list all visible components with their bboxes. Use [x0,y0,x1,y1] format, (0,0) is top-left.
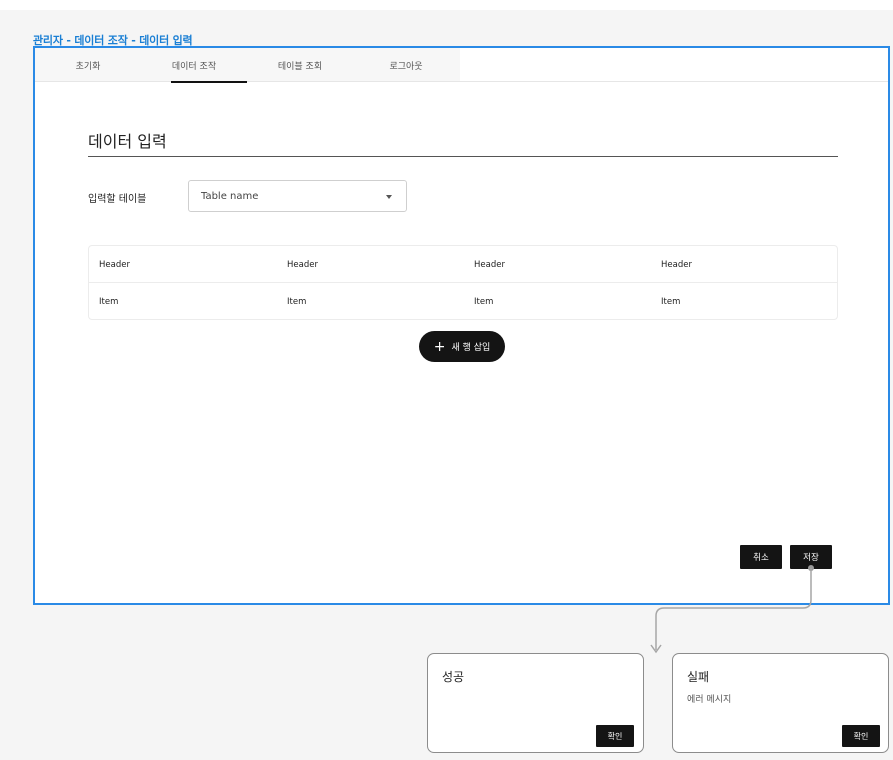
table-header-cell: Header [99,259,130,270]
success-confirm-button[interactable]: 확인 [596,725,634,747]
tab-data-manipulation[interactable]: 데이터 조작 [141,48,247,83]
arrow-down-icon [650,644,662,654]
table-header-cell: Header [287,259,318,270]
chevron-down-icon [386,195,392,199]
success-dialog: 성공 확인 [427,653,644,753]
failure-dialog-message: 에러 메시지 [687,695,732,705]
canvas-top-band [0,0,893,10]
table-cell[interactable]: Item [99,283,118,320]
failure-dialog-title: 실패 [687,670,710,684]
tab-bar: 초기화 데이터 조작 테이블 조회 로그아웃 [35,48,460,83]
tab-reset[interactable]: 초기화 [35,48,141,82]
save-button[interactable]: 저장 [790,545,832,569]
table-header-cell: Header [474,259,505,270]
success-dialog-title: 성공 [442,670,465,684]
failure-confirm-button[interactable]: 확인 [842,725,880,747]
table-select-value: Table name [201,190,259,202]
data-table: Header Header Header Header Item Item It… [88,245,838,320]
table-header-row: Header Header Header Header [89,246,837,283]
plus-icon: + [433,338,446,355]
add-row-button[interactable]: + 새 행 삽입 [419,331,505,362]
table-cell[interactable]: Item [474,283,493,320]
add-row-label: 새 행 삽입 [451,343,491,353]
table-cell[interactable]: Item [287,283,306,320]
tab-logout[interactable]: 로그아웃 [353,48,459,82]
tab-table-view[interactable]: 테이블 조회 [247,48,353,82]
tab-bar-divider [460,81,888,82]
failure-dialog: 실패 에러 메시지 확인 [672,653,889,753]
table-header-cell: Header [661,259,692,270]
table-cell[interactable]: Item [661,283,680,320]
page-title: 데이터 입력 [88,132,167,151]
table-row[interactable]: Item Item Item Item [89,283,837,320]
cancel-button[interactable]: 취소 [740,545,782,569]
data-input-screen: 초기화 데이터 조작 테이블 조회 로그아웃 데이터 입력 입력할 테이블 Ta… [33,46,890,605]
table-select-label: 입력할 테이블 [88,194,147,205]
heading-divider [88,156,838,157]
table-select[interactable]: Table name [188,180,407,212]
